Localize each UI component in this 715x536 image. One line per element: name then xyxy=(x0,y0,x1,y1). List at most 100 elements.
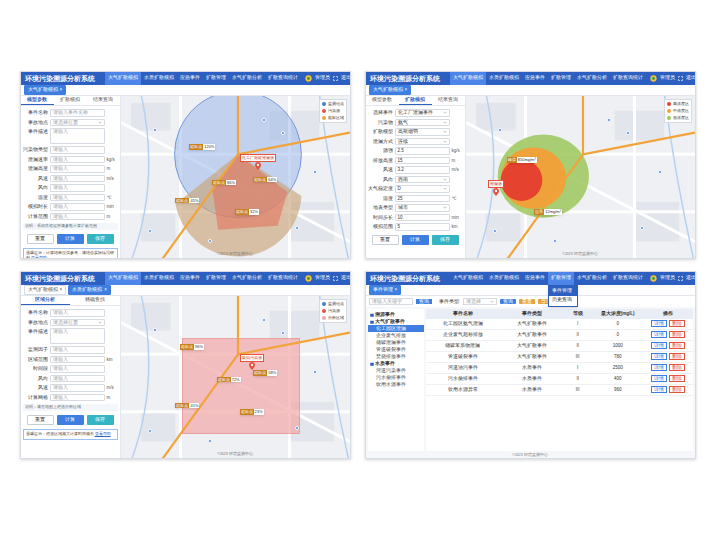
form-button[interactable]: 保存 xyxy=(87,415,114,425)
logout-button[interactable]: 退出 xyxy=(341,275,351,282)
select-field[interactable]: 化工厂泄漏事件 xyxy=(395,109,450,117)
textarea-field[interactable]: 请输入 xyxy=(50,128,105,144)
form-button[interactable]: 计算 xyxy=(57,234,84,244)
row-action-button[interactable]: 删除 xyxy=(669,386,685,393)
row-action-button[interactable]: 详情 xyxy=(651,331,667,338)
nav-item[interactable]: 扩散管理 xyxy=(548,72,574,85)
text-field[interactable]: 请输入 xyxy=(50,184,105,192)
select-field[interactable]: 高斯烟羽 xyxy=(395,128,450,136)
type-select[interactable]: 请选择 xyxy=(463,298,497,305)
text-field[interactable]: 3.2 xyxy=(395,166,450,174)
tab-close-button[interactable]: × xyxy=(104,287,107,294)
nav-item[interactable]: 水质扩散模拟 xyxy=(141,272,177,285)
row-action-button[interactable]: 删除 xyxy=(669,331,685,338)
text-field[interactable]: 请输入 xyxy=(50,175,105,183)
nav-item[interactable]: 大气扩散模拟 xyxy=(450,72,486,85)
tree-item[interactable]: 大气扩散事件 xyxy=(368,318,424,325)
row-action-button[interactable]: 详情 xyxy=(651,386,667,393)
map-tag[interactable]: 超标点58% xyxy=(253,370,277,375)
nav-item[interactable]: 扩散管理 xyxy=(203,72,229,85)
nav-item[interactable]: 水质扩散模拟 xyxy=(141,72,177,85)
nav-item[interactable]: 应急事件 xyxy=(522,72,548,85)
map[interactable]: 泄漏源峰值850mg/m³边界12mg/m³高浓度区中浓度区低浓度区©2023 … xyxy=(466,96,695,258)
nav-item[interactable]: 扩散查询统计 xyxy=(610,72,646,85)
form-button[interactable]: 重置 xyxy=(27,234,54,244)
sub-tab[interactable]: 结果查询 xyxy=(432,96,465,105)
nav-item[interactable]: 大气扩散模拟 xyxy=(105,72,141,85)
map-tag[interactable]: 超标点45% xyxy=(175,198,199,203)
text-field[interactable]: 请输入 xyxy=(50,146,105,154)
text-field[interactable]: 请输入 xyxy=(50,384,105,392)
map-tag[interactable]: 峰值850mg/m³ xyxy=(507,157,537,162)
nav-item[interactable]: 水质扩散模拟 xyxy=(486,272,522,285)
form-button[interactable]: 保存 xyxy=(432,235,459,245)
select-field[interactable]: 城市 xyxy=(395,204,450,212)
station-marker-icon[interactable] xyxy=(208,239,212,243)
logout-button[interactable]: 退出 xyxy=(341,75,351,82)
help-link[interactable]: 查看帮助 xyxy=(95,431,111,436)
select-field[interactable]: 西南 xyxy=(395,176,450,184)
keyword-field[interactable]: 请输入关键字 xyxy=(369,298,413,305)
text-field[interactable]: 请输入 xyxy=(50,356,105,364)
nav-item[interactable]: 扩散查询统计 xyxy=(265,272,301,285)
nav-item[interactable]: 水质扩散模拟 xyxy=(486,72,522,85)
nav-item[interactable]: 水气扩散分析 xyxy=(574,72,610,85)
table-row[interactable]: 化工园区氨气泄漏大气扩散事件I0详情删除 xyxy=(426,319,693,330)
form-button[interactable]: 重置 xyxy=(372,235,399,245)
row-action-button[interactable]: 删除 xyxy=(669,353,685,360)
fullscreen-icon[interactable] xyxy=(678,76,683,81)
station-marker-icon[interactable] xyxy=(148,229,152,233)
table-row[interactable]: 污水偷排事件水质事件II400详情删除 xyxy=(426,374,693,385)
map[interactable]: 化工厂储罐泄漏源超标点120%超标点86%超标点64%超标点45%超标点32%监… xyxy=(121,96,350,258)
table-row[interactable]: 企业废气超标排放大气扩散事件II0详情删除 xyxy=(426,330,693,341)
tree-item[interactable]: 饮用水源事件 xyxy=(368,381,424,388)
station-marker-icon[interactable] xyxy=(295,226,299,230)
table-row[interactable]: 河道油污事件水质事件I2500详情删除 xyxy=(426,363,693,374)
user-name[interactable]: 管理员 xyxy=(660,75,675,82)
map-tag[interactable]: 超标点72% xyxy=(217,377,241,382)
tree-item[interactable]: 焚烧排放事件 xyxy=(368,353,424,360)
select-field[interactable]: 连续 xyxy=(395,138,450,146)
textarea-field[interactable]: 请输入 xyxy=(50,328,105,344)
logout-button[interactable]: 退出 xyxy=(686,275,696,282)
source-marker[interactable]: 化工厂储罐泄漏源 xyxy=(240,154,276,170)
text-field[interactable]: 请输入 xyxy=(50,156,105,164)
table-row[interactable]: 饮用水源异常水质事件III960详情删除 xyxy=(426,385,693,396)
text-field[interactable]: 请输入 xyxy=(50,309,105,317)
user-name[interactable]: 管理员 xyxy=(315,275,330,282)
table-row[interactable]: 储罐苯系物泄漏大气扩散事件II1000详情删除 xyxy=(426,341,693,352)
user-name[interactable]: 管理员 xyxy=(315,75,330,82)
tree-item[interactable]: 污水偷排事件 xyxy=(368,374,424,381)
tree-item[interactable]: 企业废气排放 xyxy=(368,332,424,339)
select-field[interactable]: 请选择位置 xyxy=(50,119,105,127)
row-action-button[interactable]: 详情 xyxy=(651,364,667,371)
tree-item[interactable]: 化工园区泄漏 xyxy=(368,325,424,332)
tree-item[interactable]: 水质事件 xyxy=(368,360,424,367)
row-action-button[interactable]: 详情 xyxy=(651,320,667,327)
page-tab[interactable]: 大气扩散模拟× xyxy=(24,85,67,95)
fullscreen-icon[interactable] xyxy=(333,276,338,281)
tab-close-button[interactable]: × xyxy=(405,87,408,94)
text-field[interactable]: 请输入 xyxy=(50,375,105,383)
map[interactable]: 疑似污染源超标点96%超标点72%超标点58%超标点41%超标点23%监测站点污… xyxy=(121,296,350,458)
fullscreen-icon[interactable] xyxy=(333,76,338,81)
station-marker-icon[interactable] xyxy=(553,239,557,243)
text-field[interactable]: 请输入 xyxy=(50,346,105,354)
nav-item[interactable]: 大气扩散模拟 xyxy=(450,272,486,285)
user-name[interactable]: 管理员 xyxy=(660,275,675,282)
sub-tab[interactable]: 扩散模拟 xyxy=(54,96,87,105)
tree-item[interactable]: 储罐泄漏事件 xyxy=(368,339,424,346)
text-field[interactable]: 请输入 xyxy=(50,165,105,173)
logout-button[interactable]: 退出 xyxy=(686,75,696,82)
search-button[interactable]: 查询 xyxy=(416,299,432,304)
tab-close-button[interactable]: × xyxy=(60,287,63,294)
sub-tab[interactable]: 模型参数 xyxy=(21,96,54,105)
nav-item[interactable]: 应急事件 xyxy=(522,272,548,285)
station-marker-icon[interactable] xyxy=(208,439,212,443)
station-marker-icon[interactable] xyxy=(498,128,502,132)
text-field[interactable]: 请输入 xyxy=(50,213,105,221)
row-action-button[interactable]: 删除 xyxy=(669,320,685,327)
text-field[interactable]: 5 xyxy=(395,223,450,231)
select-field[interactable]: 氨气 xyxy=(395,119,450,127)
map-tag[interactable]: 超标点64% xyxy=(253,177,277,182)
